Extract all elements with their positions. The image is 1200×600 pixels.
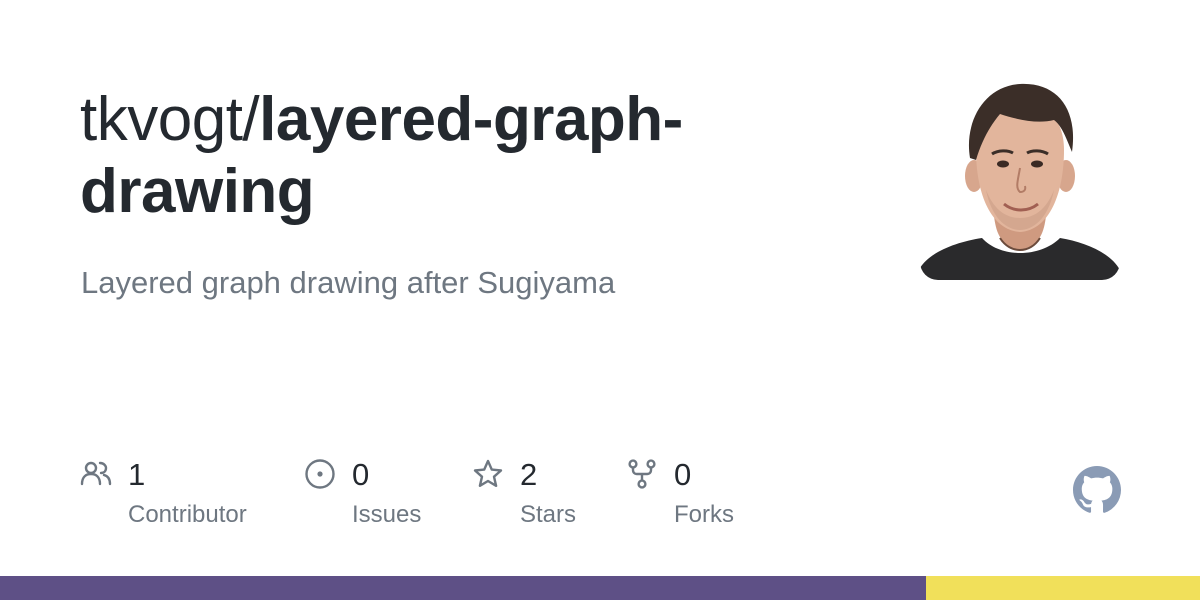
forks-count: 0 [674,457,692,492]
language-bar-segment [0,576,927,600]
repo-owner[interactable]: tkvogt/ [80,85,260,154]
stat-forks[interactable]: 0 Forks [626,456,766,536]
repo-description: Layered graph drawing after Sugiyama [81,265,616,300]
github-mark-icon[interactable] [1073,466,1121,514]
contributors-count: 1 [128,457,146,492]
avatar-photo [920,80,1120,280]
repo-forked-icon [628,459,656,489]
stat-contributors[interactable]: 1 Contributor [80,456,280,536]
issue-opened-icon [305,459,335,489]
language-bar-segment [926,576,1200,600]
repo-social-card: tkvogt/layered-graph-drawing Layered gra… [0,0,1200,600]
repo-title[interactable]: tkvogt/layered-graph-drawing [80,84,800,228]
stat-issues[interactable]: 0 Issues [304,456,454,536]
people-icon [80,461,112,486]
forks-label: Forks [674,501,734,528]
stars-label: Stars [520,501,577,528]
contributors-label: Contributor [128,501,247,528]
language-bar [0,576,1200,600]
stars-count: 2 [520,457,538,492]
star-icon [473,459,503,487]
issues-count: 0 [352,457,370,492]
stat-stars[interactable]: 2 Stars [472,456,612,536]
issues-label: Issues [352,501,422,528]
owner-avatar[interactable] [920,80,1120,280]
